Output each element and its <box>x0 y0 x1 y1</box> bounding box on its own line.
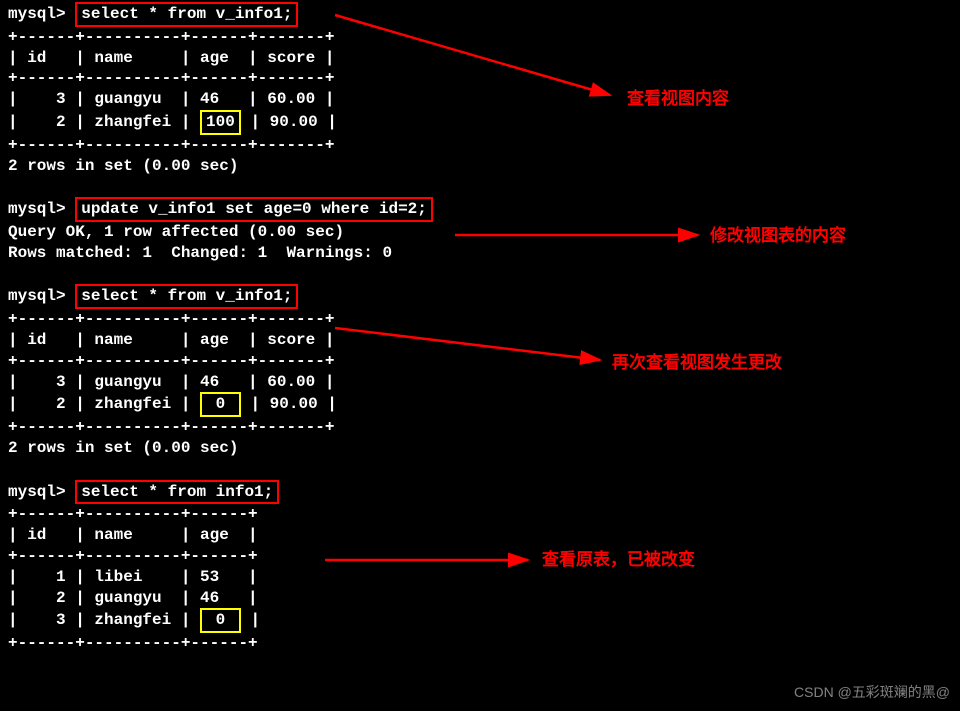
table1-sep-bot: +------+----------+------+-------+ <box>8 135 952 156</box>
table4-sep-mid: +------+----------+------+ <box>8 546 952 567</box>
cmd-line-1: mysql> select * from v_info1; <box>8 2 952 27</box>
table4-sep-top: +------+----------+------+ <box>8 504 952 525</box>
sql-command-4: select * from info1; <box>75 480 279 505</box>
table4-header: | id | name | age | <box>8 525 952 546</box>
mysql-prompt: mysql> <box>8 287 66 305</box>
table1-row2: | 2 | zhangfei | 100 | 90.00 | <box>8 110 952 135</box>
table1-header: | id | name | age | score | <box>8 48 952 69</box>
watermark: CSDN @五彩斑斓的黑@ <box>794 683 950 701</box>
cmd-line-2: mysql> update v_info1 set age=0 where id… <box>8 197 952 222</box>
result1: 2 rows in set (0.00 sec) <box>8 156 952 177</box>
highlighted-age-0-b: 0 <box>200 608 241 633</box>
highlighted-age-100: 100 <box>200 110 241 135</box>
table3-header: | id | name | age | score | <box>8 330 952 351</box>
sql-command-2: update v_info1 set age=0 where id=2; <box>75 197 433 222</box>
highlighted-age-0: 0 <box>200 392 241 417</box>
annotation-4: 查看原表，已被改变 <box>542 549 695 571</box>
mysql-prompt: mysql> <box>8 200 66 218</box>
result3: 2 rows in set (0.00 sec) <box>8 438 952 459</box>
table4-row1: | 1 | libei | 53 | <box>8 567 952 588</box>
cmd-line-4: mysql> select * from info1; <box>8 480 952 505</box>
table3-row2: | 2 | zhangfei | 0 | 90.00 | <box>8 392 952 417</box>
table4-sep-bot: +------+----------+------+ <box>8 633 952 654</box>
table4-row2: | 2 | guangyu | 46 | <box>8 588 952 609</box>
sql-command-3: select * from v_info1; <box>75 284 298 309</box>
sql-command-1: select * from v_info1; <box>75 2 298 27</box>
cmd-line-3: mysql> select * from v_info1; <box>8 284 952 309</box>
table1-sep-mid: +------+----------+------+-------+ <box>8 68 952 89</box>
table4-row3: | 3 | zhangfei | 0 | <box>8 608 952 633</box>
annotation-2: 修改视图表的内容 <box>710 225 846 247</box>
blank <box>8 264 952 285</box>
blank <box>8 459 952 480</box>
table1-row1: | 3 | guangyu | 46 | 60.00 | <box>8 89 952 110</box>
blank <box>8 176 952 197</box>
table3-sep-top: +------+----------+------+-------+ <box>8 309 952 330</box>
mysql-prompt: mysql> <box>8 483 66 501</box>
table3-sep-mid: +------+----------+------+-------+ <box>8 351 952 372</box>
table3-row1: | 3 | guangyu | 46 | 60.00 | <box>8 372 952 393</box>
table3-sep-bot: +------+----------+------+-------+ <box>8 417 952 438</box>
table1-sep-top: +------+----------+------+-------+ <box>8 27 952 48</box>
mysql-prompt: mysql> <box>8 5 66 23</box>
annotation-1: 查看视图内容 <box>627 88 729 110</box>
annotation-3: 再次查看视图发生更改 <box>612 352 782 374</box>
